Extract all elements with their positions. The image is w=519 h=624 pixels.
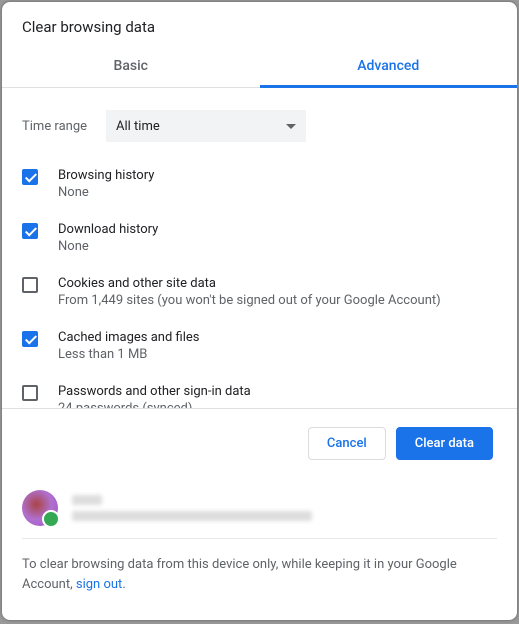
option-subtitle: From 1,449 sites (you won't be signed ou… (58, 293, 441, 308)
option-cached[interactable]: Cached images and files Less than 1 MB (22, 330, 505, 362)
option-subtitle: None (58, 239, 158, 254)
clear-browsing-data-dialog: Clear browsing data Basic Advanced Time … (2, 2, 517, 620)
option-title: Download history (58, 222, 158, 237)
option-subtitle: Less than 1 MB (58, 347, 199, 362)
chevron-down-icon (286, 124, 296, 129)
checkbox[interactable] (22, 169, 38, 185)
tab-advanced[interactable]: Advanced (260, 46, 518, 87)
checkbox[interactable] (22, 385, 38, 401)
option-cookies[interactable]: Cookies and other site data From 1,449 s… (22, 276, 505, 308)
checkbox[interactable] (22, 223, 38, 239)
time-range-label: Time range (22, 119, 106, 134)
checkbox[interactable] (22, 277, 38, 293)
footer-text-after: . (122, 577, 125, 592)
dialog-actions: Cancel Clear data (2, 409, 517, 478)
account-text (72, 495, 312, 521)
tab-basic[interactable]: Basic (2, 46, 260, 87)
account-info (22, 478, 497, 539)
account-email-redacted (72, 511, 312, 521)
option-title: Cookies and other site data (58, 276, 441, 291)
clear-data-button[interactable]: Clear data (396, 427, 493, 460)
option-title: Cached images and files (58, 330, 199, 345)
avatar (22, 490, 58, 526)
option-passwords[interactable]: Passwords and other sign-in data 24 pass… (22, 384, 505, 408)
cancel-button[interactable]: Cancel (308, 427, 386, 460)
option-subtitle: None (58, 185, 154, 200)
checkbox[interactable] (22, 331, 38, 347)
option-browsing-history[interactable]: Browsing history None (22, 168, 505, 200)
option-subtitle: 24 passwords (synced) (58, 401, 251, 408)
option-title: Browsing history (58, 168, 154, 183)
account-name-redacted (72, 495, 102, 505)
time-range-row: Time range All time (22, 110, 505, 142)
time-range-value: All time (116, 119, 160, 134)
tab-bar: Basic Advanced (2, 46, 517, 88)
option-download-history[interactable]: Download history None (22, 222, 505, 254)
dialog-title: Clear browsing data (2, 2, 517, 46)
footer-note: To clear browsing data from this device … (2, 539, 517, 610)
options-scroll-area[interactable]: Time range All time Browsing history Non… (2, 88, 517, 408)
option-title: Passwords and other sign-in data (58, 384, 251, 399)
time-range-select[interactable]: All time (106, 110, 306, 142)
sign-out-link[interactable]: sign out (76, 577, 122, 592)
